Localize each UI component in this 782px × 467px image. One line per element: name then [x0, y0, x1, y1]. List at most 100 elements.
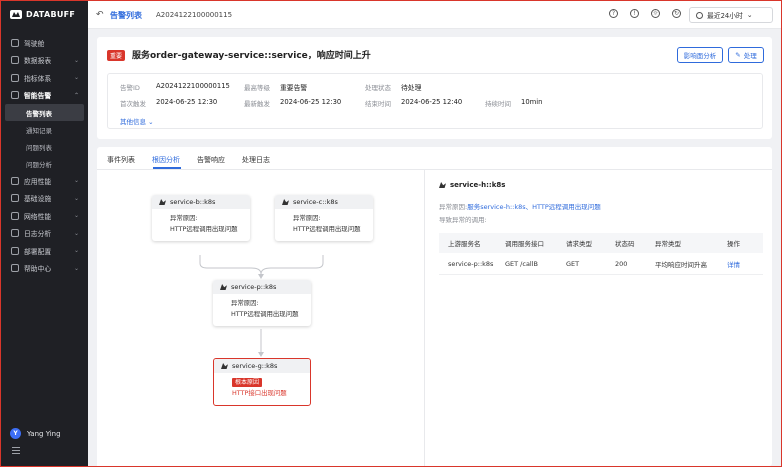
duration-label: 持续时间	[485, 100, 511, 108]
alert-id-value: A2024122100000115	[156, 82, 230, 90]
alert-info-panel: 告警ID A2024122100000115 最高等级 重要告警 处理状态 待处…	[107, 73, 763, 129]
clock-icon	[696, 11, 703, 19]
sidebar-item-label: 帮助中心	[24, 265, 52, 274]
call-table: 上游服务名 调用服务接口 请求类型 状态码 异常类型 操作 service-p:…	[439, 233, 763, 275]
detail-reason: 异常原因:服务service-h::k8s、HTTP远程调用出现问题	[439, 201, 601, 211]
bell-icon[interactable]: !	[630, 9, 639, 18]
main-content: 重要 服务order-gateway-service::service，响应时间…	[88, 29, 781, 466]
time-range-label: 最近24小时	[707, 12, 743, 20]
sidebar-item-label: 智能告警	[24, 92, 52, 101]
alarm-icon	[11, 91, 19, 100]
tab-bar: 事件列表 根因分析 告警响应 处理日志	[107, 155, 270, 165]
node-reason-label: 异常原因:	[170, 214, 198, 222]
breadcrumb-alert-id: A2024122100000115	[156, 11, 233, 19]
k8s-icon	[159, 199, 166, 205]
chevron-down-icon: ⌄	[73, 74, 79, 81]
chevron-up-icon: ⌃	[73, 91, 79, 99]
sidebar-item-deploy[interactable]: 部署配置 ⌄	[1, 242, 88, 260]
detail-title-text: service-h::k8s	[450, 181, 506, 189]
node-name: service-c::k8s	[293, 198, 338, 206]
graph-node[interactable]: service-p::k8s 异常原因: HTTP远程调用出现问题	[213, 280, 311, 326]
brand-name: DATABUFF	[26, 10, 76, 19]
sidebar-item-network[interactable]: 网络性能 ⌄	[1, 207, 88, 225]
back-icon[interactable]: ↶	[96, 10, 104, 20]
detail-reason-label: 异常原因:	[439, 203, 468, 211]
sidebar-item-help[interactable]: 帮助中心 ⌄	[1, 260, 88, 278]
toolbar-icons: ? ! ☼ ↻	[609, 9, 681, 18]
refresh-icon[interactable]: ↻	[672, 9, 681, 18]
impact-analysis-button[interactable]: 影响面分析	[677, 47, 723, 63]
chevron-down-icon: ⌄	[73, 264, 79, 272]
chevron-down-icon: ⌄	[73, 229, 79, 237]
node-detail-panel: service-h::k8s 异常原因:服务service-h::k8s、HTT…	[437, 170, 767, 466]
edit-icon: ✎	[735, 51, 741, 59]
sidebar-item-label: 部署配置	[24, 247, 52, 256]
tab-alert-response[interactable]: 告警响应	[197, 155, 225, 165]
node-reason: HTTP远程调用出现问题	[170, 225, 238, 233]
sidebar-item-label: 网络性能	[24, 212, 52, 221]
sidebar-item-apm[interactable]: 应用性能 ⌄	[1, 172, 88, 190]
dashboard-icon	[11, 38, 19, 47]
detail-link[interactable]: 详情	[727, 259, 763, 269]
chevron-down-icon: ⌄	[73, 177, 79, 184]
sidebar-item-label: 日志分析	[24, 230, 52, 239]
detail-caused-label: 导致异常的调用:	[439, 216, 487, 224]
log-icon	[11, 229, 19, 238]
node-reason-label: 异常原因:	[293, 214, 321, 222]
latest-trigger-value: 2024-06-25 12:30	[280, 98, 342, 106]
max-level-value: 重要告警	[280, 84, 308, 92]
sidebar-subitem-problem-analysis[interactable]: 问题分析	[1, 155, 88, 172]
node-reason-label: 异常原因:	[231, 299, 259, 307]
apm-icon	[11, 176, 19, 185]
edge-arrow-p	[258, 274, 264, 279]
tab-root-cause[interactable]: 根因分析	[152, 155, 180, 165]
time-range-select[interactable]: 最近24小时 ⌄	[689, 7, 773, 23]
sidebar-subitem-alert-list[interactable]: 告警列表	[5, 104, 84, 121]
k8s-icon	[439, 182, 446, 188]
handle-button[interactable]: ✎ 处理	[728, 47, 764, 63]
sidebar-item-label: 数据报表	[24, 57, 52, 66]
column-header: 操作	[727, 240, 740, 248]
graph-node-root[interactable]: service-g::k8s 根本原因 HTTP接口出现问题	[213, 358, 311, 406]
chevron-down-icon: ⌄	[73, 56, 79, 64]
graph-node[interactable]: service-c::k8s 异常原因:HTTP远程调用出现问题	[275, 195, 373, 241]
node-reason: HTTP远程调用出现问题	[293, 225, 361, 233]
node-name: service-b::k8s	[170, 198, 216, 206]
sidebar-item-label: 应用性能	[24, 177, 52, 186]
table-cell: GET /callB	[505, 259, 538, 268]
tab-handle-log[interactable]: 处理日志	[242, 155, 270, 165]
node-name: service-p::k8s	[231, 283, 277, 291]
table-row: service-p::k8s GET /callB GET 200 平均响应时间…	[439, 253, 763, 275]
sidebar-subitem-problem-list[interactable]: 问题列表	[1, 138, 88, 155]
sidebar-item-alarms[interactable]: 智能告警 ⌃	[1, 87, 88, 105]
edge-c-to-p	[260, 255, 324, 275]
sidebar-item-reports[interactable]: 数据报表 ⌄	[1, 52, 88, 70]
sidebar-item-label: 基础设施	[24, 195, 52, 204]
menu-collapse-icon[interactable]	[12, 447, 20, 454]
table-cell: service-p::k8s	[448, 259, 494, 268]
analysis-card: 事件列表 根因分析 告警响应 处理日志 service-b::k8s 异常原因:…	[97, 147, 772, 466]
user-name: Yang Ying	[27, 429, 61, 438]
brand-logo[interactable]: DATABUFF	[10, 10, 75, 19]
chevron-down-icon: ⌄	[73, 247, 79, 254]
sidebar-item-logs[interactable]: 日志分析 ⌄	[1, 225, 88, 243]
column-header: 上游服务名	[448, 240, 481, 248]
k8s-icon	[282, 199, 289, 205]
detail-reason-link[interactable]: 服务service-h::k8s、HTTP远程调用出现问题	[467, 203, 601, 211]
duration-value: 10min	[521, 98, 543, 106]
graph-node[interactable]: service-b::k8s 异常原因:HTTP远程调用出现问题	[152, 195, 250, 241]
theme-icon[interactable]: ☼	[651, 9, 660, 18]
sidebar-item-infra[interactable]: 基础设施 ⌄	[1, 190, 88, 208]
column-header: 状态码	[615, 240, 635, 248]
page-title[interactable]: 告警列表	[110, 10, 142, 21]
network-icon	[11, 211, 19, 220]
table-cell: 平均响应时间升高	[655, 260, 707, 269]
help-icon[interactable]: ?	[609, 9, 618, 18]
user-profile[interactable]: Y Yang Ying	[10, 428, 61, 439]
tab-event-list[interactable]: 事件列表	[107, 155, 135, 165]
column-header: 请求类型	[566, 240, 592, 248]
more-info-toggle[interactable]: 其他信息 ⌄	[120, 116, 154, 126]
sidebar-item-dashboard[interactable]: 驾驶舱	[1, 34, 88, 52]
sidebar-item-metrics[interactable]: 指标体系 ⌄	[1, 69, 88, 87]
sidebar-subitem-notify-records[interactable]: 通知记录	[1, 121, 88, 138]
